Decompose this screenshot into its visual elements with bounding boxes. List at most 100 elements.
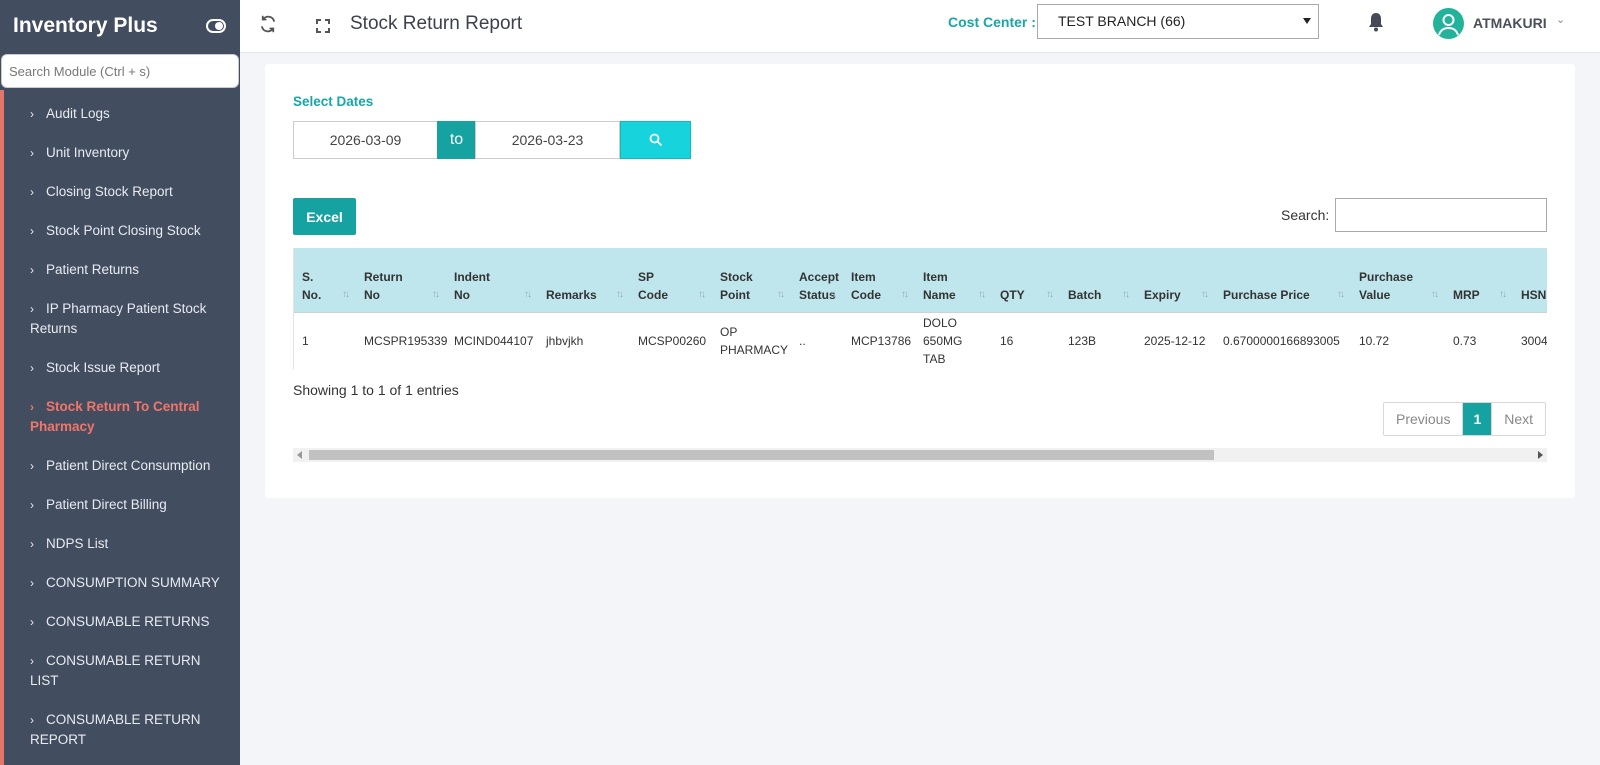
column-header[interactable]: SP Code ↑↓ bbox=[630, 248, 712, 313]
column-header[interactable]: Item Name ↑↓ bbox=[915, 248, 992, 313]
bell-icon[interactable] bbox=[1368, 12, 1388, 34]
sort-icon[interactable]: ↑↓ bbox=[829, 286, 837, 304]
refresh-icon[interactable] bbox=[257, 15, 279, 37]
column-header-line2: Batch bbox=[1068, 287, 1102, 302]
sidebar-item[interactable]: › CONSUMABLE RETURN LIST bbox=[4, 642, 240, 701]
search-button[interactable] bbox=[620, 121, 691, 159]
to-date-input[interactable] bbox=[475, 121, 620, 159]
scroll-right-arrow-icon[interactable] bbox=[1538, 451, 1543, 459]
column-header[interactable]: HSN bbox=[1513, 248, 1547, 313]
column-header[interactable]: S. No. ↑↓ bbox=[294, 248, 356, 313]
next-page-button[interactable]: Next bbox=[1491, 403, 1545, 435]
sort-icon[interactable]: ↑↓ bbox=[901, 286, 909, 304]
chevron-right-icon: › bbox=[30, 713, 34, 727]
column-header-line1: SP bbox=[638, 269, 655, 284]
sidebar-item[interactable]: ›NET SALES bbox=[4, 760, 240, 765]
scrollbar-thumb[interactable] bbox=[309, 450, 1214, 460]
cost-center-select[interactable]: TEST BRANCH (66) bbox=[1037, 4, 1319, 39]
sort-icon[interactable]: ↑↓ bbox=[524, 286, 532, 304]
toggle-icon[interactable] bbox=[206, 19, 226, 33]
column-header[interactable]: MRP ↑↓ bbox=[1445, 248, 1513, 313]
brand-title: Inventory Plus bbox=[13, 14, 158, 37]
sidebar-item-label: Stock Issue Report bbox=[46, 360, 161, 375]
column-header[interactable]: Batch ↑↓ bbox=[1060, 248, 1136, 313]
column-header-line1: Item bbox=[923, 269, 948, 284]
sidebar-item[interactable]: › Unit Inventory bbox=[4, 134, 240, 173]
table-search-input[interactable] bbox=[1335, 198, 1547, 232]
scroll-left-arrow-icon[interactable] bbox=[297, 451, 302, 459]
sidebar-item[interactable]: › CONSUMABLE RETURNS bbox=[4, 603, 240, 642]
sidebar-item[interactable]: › NDPS List bbox=[4, 525, 240, 564]
column-header-line1: Stock bbox=[720, 269, 753, 284]
sort-icon[interactable]: ↑↓ bbox=[342, 286, 350, 304]
column-header[interactable]: Stock Point ↑↓ bbox=[712, 248, 791, 313]
table-cell: 2025-12-12 bbox=[1136, 312, 1215, 369]
sort-icon[interactable]: ↑↓ bbox=[1431, 286, 1439, 304]
sort-icon[interactable]: ↑↓ bbox=[616, 286, 624, 304]
sidebar-item[interactable]: › Patient Direct Billing bbox=[4, 486, 240, 525]
sort-icon[interactable]: ↑↓ bbox=[777, 286, 785, 304]
sidebar-item[interactable]: › Closing Stock Report bbox=[4, 173, 240, 212]
sidebar-item-label: Closing Stock Report bbox=[46, 184, 173, 199]
column-header[interactable]: Indent No ↑↓ bbox=[446, 248, 538, 313]
column-header[interactable]: Expiry ↑↓ bbox=[1136, 248, 1215, 313]
excel-button[interactable]: Excel bbox=[293, 198, 356, 235]
column-header-line1: Item bbox=[851, 269, 876, 284]
sidebar-item[interactable]: › IP Pharmacy Patient Stock Returns bbox=[4, 290, 240, 349]
column-header[interactable]: Purchase Value ↑↓ bbox=[1351, 248, 1445, 313]
previous-page-button[interactable]: Previous bbox=[1384, 403, 1464, 435]
table-cell: 0.73 bbox=[1445, 312, 1513, 369]
sidebar-item-label: Stock Point Closing Stock bbox=[46, 223, 201, 238]
from-date-input[interactable] bbox=[293, 121, 438, 159]
sidebar-item[interactable]: › Stock Point Closing Stock bbox=[4, 212, 240, 251]
sidebar-item[interactable]: › Stock Return To Central Pharmacy bbox=[4, 388, 240, 447]
table-cell: DOLO 650MG TAB bbox=[915, 312, 992, 369]
column-header-line2: Remarks bbox=[546, 287, 597, 302]
user-avatar-icon[interactable] bbox=[1433, 8, 1464, 39]
sort-icon[interactable]: ↑↓ bbox=[432, 286, 440, 304]
sidebar-item-label: Patient Direct Billing bbox=[46, 497, 167, 512]
horizontal-scrollbar[interactable] bbox=[293, 448, 1547, 462]
chevron-right-icon: › bbox=[30, 459, 34, 473]
table-row[interactable]: 1 MCSPR195339 MCIND044107 jhbvjkh MCSP00260 O… bbox=[294, 312, 1547, 369]
table-cell: .. bbox=[791, 312, 843, 369]
column-header[interactable]: Accept Status ↑↓ bbox=[791, 248, 843, 313]
sidebar-item-label: Stock Return To Central Pharmacy bbox=[30, 399, 200, 434]
sidebar-item[interactable]: › Patient Direct Consumption bbox=[4, 447, 240, 486]
table-cell: 123B bbox=[1060, 312, 1136, 369]
sidebar-item[interactable]: › CONSUMABLE RETURN REPORT bbox=[4, 701, 240, 760]
chevron-right-icon: › bbox=[30, 302, 34, 316]
fullscreen-icon[interactable] bbox=[312, 15, 334, 37]
search-module-input[interactable] bbox=[1, 54, 239, 88]
sort-icon[interactable]: ↑↓ bbox=[1046, 286, 1054, 304]
sort-icon[interactable]: ↑↓ bbox=[1337, 286, 1345, 304]
current-page-button[interactable]: 1 bbox=[1463, 403, 1492, 435]
search-icon bbox=[649, 133, 663, 147]
column-header[interactable]: QTY ↑↓ bbox=[992, 248, 1060, 313]
table-cell: MCSP00260 bbox=[630, 312, 712, 369]
sort-icon[interactable]: ↑↓ bbox=[698, 286, 706, 304]
table-cell: OP PHARMACY bbox=[712, 312, 791, 369]
sidebar-item[interactable]: › CONSUMPTION SUMMARY bbox=[4, 564, 240, 603]
sort-icon[interactable]: ↑↓ bbox=[1499, 286, 1507, 304]
sort-icon[interactable]: ↑↓ bbox=[1201, 286, 1209, 304]
sort-icon[interactable]: ↑↓ bbox=[978, 286, 986, 304]
column-header[interactable]: Remarks ↑↓ bbox=[538, 248, 630, 313]
chevron-right-icon: › bbox=[30, 576, 34, 590]
user-menu-chevron-icon[interactable]: ⌄ bbox=[1556, 13, 1565, 26]
sidebar-item[interactable]: › Audit Logs bbox=[4, 95, 240, 134]
column-header-line1: Accept bbox=[799, 269, 840, 284]
column-header[interactable]: Return No ↑↓ bbox=[356, 248, 446, 313]
column-header[interactable]: Purchase Price ↑↓ bbox=[1215, 248, 1351, 313]
column-header[interactable]: Item Code ↑↓ bbox=[843, 248, 915, 313]
cost-center-label: Cost Center : bbox=[948, 14, 1036, 30]
sidebar-item[interactable]: › Patient Returns bbox=[4, 251, 240, 290]
sidebar-item-label: Unit Inventory bbox=[46, 145, 130, 160]
sidebar-item-label: Patient Returns bbox=[46, 262, 140, 277]
sort-icon[interactable]: ↑↓ bbox=[1122, 286, 1130, 304]
user-name[interactable]: ATMAKURI bbox=[1473, 15, 1547, 31]
chevron-right-icon: › bbox=[30, 361, 34, 375]
table-cell: 0.6700000166893005 bbox=[1215, 312, 1351, 369]
sidebar-item-label: Patient Direct Consumption bbox=[46, 458, 211, 473]
sidebar-item[interactable]: › Stock Issue Report bbox=[4, 349, 240, 388]
